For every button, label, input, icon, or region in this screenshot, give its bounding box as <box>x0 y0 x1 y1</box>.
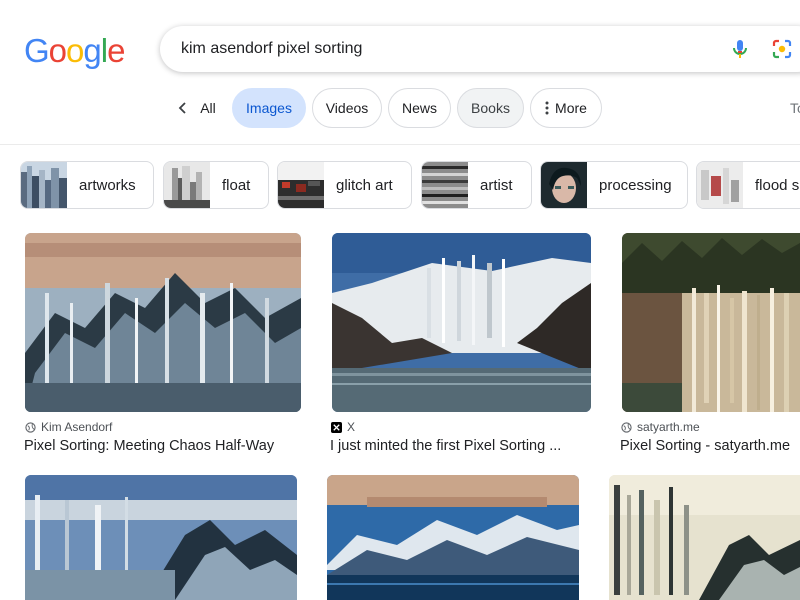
result-image[interactable] <box>332 233 591 412</box>
chip-label: float <box>222 176 251 194</box>
vertical-dots-icon <box>545 101 549 115</box>
result-source[interactable]: X <box>331 420 355 434</box>
tab-books[interactable]: Books <box>457 88 524 128</box>
chip-artist[interactable]: artist <box>421 161 532 209</box>
chip-thumbnail <box>541 162 587 208</box>
logo-letter: o <box>66 32 84 69</box>
tab-books-label: Books <box>471 100 510 116</box>
search-tabs: All Images Videos News Books More <box>0 88 800 128</box>
result-source-label: satyarth.me <box>637 420 700 434</box>
chip-thumbnail <box>21 162 67 208</box>
chip-thumbnail <box>422 162 468 208</box>
pixel-sorted-mountain-image <box>25 233 301 412</box>
chip-flood[interactable]: flood s <box>696 161 800 209</box>
logo-letter: G <box>24 32 50 69</box>
chip-thumbnail <box>164 162 210 208</box>
search-box[interactable]: kim asendorf pixel sorting <box>160 26 800 72</box>
tab-news[interactable]: News <box>388 88 451 128</box>
pixel-sorted-mountain-image <box>25 475 297 600</box>
mic-icon[interactable] <box>728 37 752 61</box>
result-image[interactable] <box>622 233 800 412</box>
result-image[interactable] <box>609 475 800 600</box>
chip-label: glitch art <box>336 176 393 194</box>
search-input[interactable]: kim asendorf pixel sorting <box>181 40 362 58</box>
logo-letter: o <box>48 32 67 69</box>
result-image[interactable] <box>25 233 301 412</box>
google-logo[interactable]: Google <box>24 32 125 70</box>
tools-button[interactable]: To <box>790 100 800 116</box>
globe-icon <box>621 421 632 433</box>
result-image[interactable] <box>327 475 579 600</box>
tab-all[interactable]: All <box>168 88 224 128</box>
chip-label: artist <box>480 176 513 194</box>
google-lens-icon[interactable] <box>770 37 794 61</box>
chip-glitch-art[interactable]: glitch art <box>277 161 412 209</box>
result-image[interactable] <box>25 475 297 600</box>
tab-all-label: All <box>200 100 216 116</box>
result-source-label: Kim Asendorf <box>41 420 113 434</box>
chip-label: artworks <box>79 176 136 194</box>
globe-icon <box>25 421 36 433</box>
tab-videos[interactable]: Videos <box>312 88 382 128</box>
chip-processing[interactable]: processing <box>540 161 688 209</box>
chevron-left-icon <box>178 102 186 114</box>
tab-images-label: Images <box>246 100 292 116</box>
pixel-sorted-lake-image <box>332 233 591 412</box>
result-source[interactable]: Kim Asendorf <box>25 420 112 434</box>
tab-videos-label: Videos <box>325 100 369 116</box>
tab-images[interactable]: Images <box>232 88 306 128</box>
chip-float[interactable]: float <box>163 161 269 209</box>
logo-letter: g <box>83 32 101 69</box>
tab-news-label: News <box>401 100 437 116</box>
chip-label: flood s <box>755 176 800 194</box>
chip-thumbnail <box>278 162 324 208</box>
x-logo-icon <box>331 421 342 433</box>
chip-label: processing <box>599 176 672 194</box>
logo-letter: e <box>107 32 125 69</box>
pixel-sorted-waterfall-image <box>622 233 800 412</box>
tab-more[interactable]: More <box>530 88 602 128</box>
pixel-sorted-lake-image <box>327 475 579 600</box>
result-title[interactable]: Pixel Sorting - satyarth.me <box>620 438 790 454</box>
result-source[interactable]: satyarth.me <box>621 420 700 434</box>
chip-artworks[interactable]: artworks <box>20 161 154 209</box>
result-title[interactable]: Pixel Sorting: Meeting Chaos Half-Way <box>24 438 274 454</box>
pixel-sorted-mountain-image <box>609 475 800 600</box>
result-source-label: X <box>347 420 356 434</box>
chip-thumbnail <box>697 162 743 208</box>
result-title[interactable]: I just minted the first Pixel Sorting ..… <box>330 438 561 454</box>
header-divider <box>0 144 800 145</box>
tab-more-label: More <box>555 100 587 116</box>
